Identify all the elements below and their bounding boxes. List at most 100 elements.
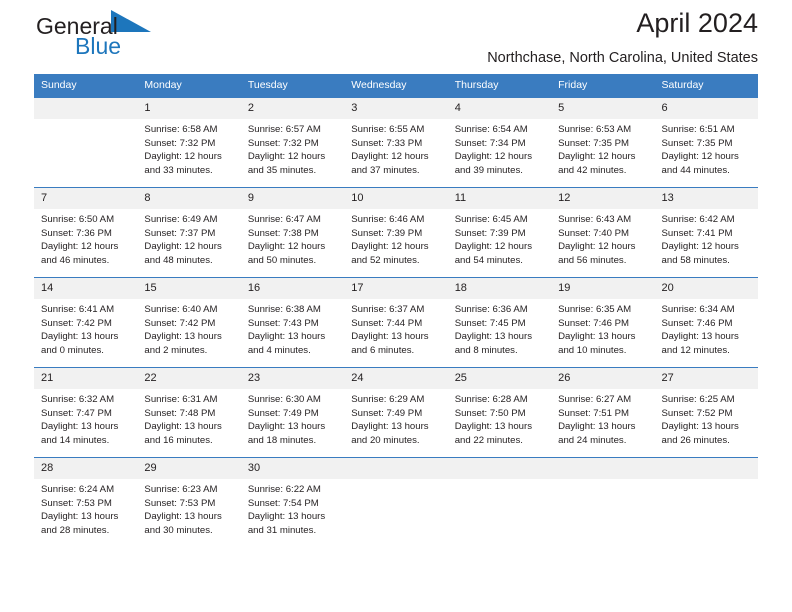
day-number: 12 [551, 188, 655, 209]
calendar-day-cell[interactable]: 23 Sunrise: 6:30 AM Sunset: 7:49 PM Dayligh… [240, 367, 345, 458]
day-info-sunrise: Sunrise: 6:28 AM [454, 394, 528, 405]
day-info: Sunrise: 6:32 AM Sunset: 7:47 PM Daylight:… [34, 389, 137, 447]
day-info-daylight: Daylight: 13 hours [454, 331, 533, 342]
calendar-day-cell[interactable]: 9 Sunrise: 6:47 AM Sunset: 7:38 PM Daylight… [240, 187, 345, 278]
calendar-day-cell[interactable]: 26 Sunrise: 6:27 AM Sunset: 7:51 PM Dayligh… [551, 367, 655, 458]
calendar-day-cell[interactable]: 28 Sunrise: 6:24 AM Sunset: 7:53 PM Dayligh… [34, 457, 138, 547]
calendar-day-cell[interactable]: 3 Sunrise: 6:55 AM Sunset: 7:33 PM Daylight… [344, 97, 448, 188]
day-info-daylight: and 10 minutes. [558, 344, 627, 356]
calendar-day-cell[interactable]: 20 Sunrise: 6:34 AM Sunset: 7:46 PM Dayligh… [654, 277, 758, 368]
day-info-daylight: and 28 minutes. [41, 524, 110, 536]
calendar-day-cell[interactable]: 25 Sunrise: 6:28 AM Sunset: 7:50 PM Dayligh… [447, 367, 552, 458]
page-header: General Blue April 2024 Northchase, Nort… [34, 0, 758, 74]
calendar-day-cell[interactable]: 24 Sunrise: 6:29 AM Sunset: 7:49 PM Dayligh… [344, 367, 448, 458]
day-info-sunrise: Sunrise: 6:53 AM [558, 124, 632, 135]
day-info-daylight: and 31 minutes. [247, 524, 317, 536]
day-number: 20 [654, 278, 758, 299]
calendar-week-row: 28 Sunrise: 6:24 AM Sunset: 7:53 PM Dayligh… [34, 457, 758, 547]
day-info-sunset: Sunset: 7:41 PM [661, 227, 733, 239]
day-info-sunset: Sunset: 7:53 PM [41, 497, 112, 509]
calendar-day-cell[interactable]: 12 Sunrise: 6:43 AM Sunset: 7:40 PM Dayligh… [551, 187, 655, 278]
calendar-day-cell[interactable]: 27 Sunrise: 6:25 AM Sunset: 7:52 PM Dayligh… [654, 367, 758, 458]
day-info-daylight: Daylight: 13 hours [661, 331, 739, 342]
day-info-daylight: Daylight: 13 hours [41, 421, 119, 432]
calendar-week-row: 7 Sunrise: 6:50 AM Sunset: 7:36 PM Daylight… [34, 187, 758, 278]
day-info-daylight: and 39 minutes. [454, 164, 523, 176]
calendar-day-cell[interactable]: 8 Sunrise: 6:49 AM Sunset: 7:37 PM Daylight… [137, 187, 241, 278]
day-info-sunrise: Sunrise: 6:27 AM [558, 394, 632, 405]
day-info-daylight: Daylight: 13 hours [351, 331, 429, 342]
calendar-day-cell[interactable]: 15 Sunrise: 6:40 AM Sunset: 7:42 PM Dayligh… [137, 277, 241, 368]
calendar-day-cell[interactable]: 5 Sunrise: 6:53 AM Sunset: 7:35 PM Daylight… [551, 97, 655, 188]
day-info-sunrise: Sunrise: 6:34 AM [661, 304, 735, 315]
day-info-sunset: Sunset: 7:36 PM [41, 227, 112, 239]
day-info-sunset: Sunset: 7:49 PM [351, 407, 423, 419]
day-info-sunrise: Sunrise: 6:45 AM [454, 214, 528, 225]
day-info-sunset: Sunset: 7:38 PM [247, 227, 319, 239]
calendar-day-cell[interactable]: 7 Sunrise: 6:50 AM Sunset: 7:36 PM Daylight… [34, 187, 138, 278]
day-number: 15 [137, 278, 241, 299]
day-info-sunset: Sunset: 7:34 PM [454, 137, 526, 149]
calendar-day-cell[interactable]: 2 Sunrise: 6:57 AM Sunset: 7:32 PM Daylight… [240, 97, 345, 188]
day-info-daylight: and 42 minutes. [558, 164, 627, 176]
day-info-daylight: Daylight: 13 hours [144, 421, 222, 432]
day-info-daylight: Daylight: 12 hours [454, 151, 533, 162]
calendar-day-cell[interactable]: 30 Sunrise: 6:22 AM Sunset: 7:54 PM Dayligh… [240, 457, 345, 547]
day-number: 18 [447, 278, 552, 299]
calendar-day-cell[interactable]: 13 Sunrise: 6:42 AM Sunset: 7:41 PM Dayligh… [654, 187, 758, 278]
calendar-day-cell-empty [447, 457, 552, 547]
calendar-day-cell[interactable]: 14 Sunrise: 6:41 AM Sunset: 7:42 PM Dayligh… [34, 277, 138, 368]
calendar-day-cell[interactable]: 29 Sunrise: 6:23 AM Sunset: 7:53 PM Dayligh… [137, 457, 241, 547]
day-number: 21 [34, 368, 138, 389]
calendar-day-cell[interactable]: 22 Sunrise: 6:31 AM Sunset: 7:48 PM Dayligh… [137, 367, 241, 458]
day-info: Sunrise: 6:38 AM Sunset: 7:43 PM Daylight:… [241, 299, 344, 357]
day-info-sunrise: Sunrise: 6:49 AM [144, 214, 218, 225]
day-number: 16 [240, 278, 345, 299]
day-info: Sunrise: 6:23 AM Sunset: 7:53 PM Daylight:… [137, 479, 240, 537]
day-number: 7 [34, 188, 138, 209]
calendar-day-cell[interactable]: 6 Sunrise: 6:51 AM Sunset: 7:35 PM Daylight… [654, 97, 758, 188]
day-info-sunrise: Sunrise: 6:35 AM [558, 304, 632, 315]
day-info: Sunrise: 6:58 AM Sunset: 7:32 PM Daylight:… [137, 119, 240, 177]
day-info-daylight: and 14 minutes. [41, 434, 110, 446]
day-info-sunset: Sunset: 7:49 PM [247, 407, 319, 419]
calendar-day-cell[interactable]: 16 Sunrise: 6:38 AM Sunset: 7:43 PM Dayligh… [240, 277, 345, 368]
day-info-sunrise: Sunrise: 6:54 AM [454, 124, 528, 135]
calendar-day-cell[interactable]: 4 Sunrise: 6:54 AM Sunset: 7:34 PM Daylight… [447, 97, 552, 188]
weekday-header-monday: Monday [137, 74, 241, 98]
day-info-sunset: Sunset: 7:44 PM [351, 317, 423, 329]
day-info-daylight: Daylight: 13 hours [41, 511, 119, 522]
day-info-daylight: and 52 minutes. [351, 254, 420, 266]
day-info-daylight: Daylight: 12 hours [454, 241, 533, 252]
day-info-sunset: Sunset: 7:39 PM [351, 227, 423, 239]
calendar-day-cell[interactable]: 21 Sunrise: 6:32 AM Sunset: 7:47 PM Dayligh… [34, 367, 138, 458]
day-info-sunrise: Sunrise: 6:47 AM [247, 214, 321, 225]
calendar-day-cell[interactable]: 18 Sunrise: 6:36 AM Sunset: 7:45 PM Dayligh… [447, 277, 552, 368]
day-info-daylight: Daylight: 13 hours [247, 421, 326, 432]
calendar-week-row: 14 Sunrise: 6:41 AM Sunset: 7:42 PM Dayligh… [34, 277, 758, 368]
day-info-daylight: and 56 minutes. [558, 254, 627, 266]
calendar-day-cell[interactable]: 11 Sunrise: 6:45 AM Sunset: 7:39 PM Dayligh… [447, 187, 552, 278]
day-number: 3 [344, 98, 448, 119]
day-info-daylight: and 0 minutes. [41, 344, 104, 356]
day-number: 13 [654, 188, 758, 209]
day-info-sunrise: Sunrise: 6:32 AM [41, 394, 115, 405]
title-block: April 2024 Northchase, North Carolina, U… [487, 0, 758, 68]
day-info-sunset: Sunset: 7:47 PM [41, 407, 112, 419]
day-info-daylight: Daylight: 13 hours [41, 331, 119, 342]
brand-logo[interactable]: General Blue [36, 8, 216, 58]
day-info-daylight: Daylight: 12 hours [247, 241, 326, 252]
day-number: 9 [240, 188, 345, 209]
day-info-sunset: Sunset: 7:51 PM [558, 407, 630, 419]
day-info: Sunrise: 6:25 AM Sunset: 7:52 PM Daylight:… [655, 389, 758, 447]
calendar-day-cell[interactable]: 1 Sunrise: 6:58 AM Sunset: 7:32 PM Daylight… [137, 97, 241, 188]
day-info-daylight: Daylight: 12 hours [351, 151, 429, 162]
day-info-sunrise: Sunrise: 6:50 AM [41, 214, 115, 225]
calendar-day-cell[interactable]: 17 Sunrise: 6:37 AM Sunset: 7:44 PM Dayligh… [344, 277, 448, 368]
day-info-sunrise: Sunrise: 6:31 AM [144, 394, 218, 405]
day-number: 23 [240, 368, 345, 389]
calendar-day-cell[interactable]: 19 Sunrise: 6:35 AM Sunset: 7:46 PM Dayligh… [551, 277, 655, 368]
day-info-daylight: and 44 minutes. [661, 164, 730, 176]
day-number: 6 [654, 98, 758, 119]
calendar-day-cell[interactable]: 10 Sunrise: 6:46 AM Sunset: 7:39 PM Dayligh… [344, 187, 448, 278]
